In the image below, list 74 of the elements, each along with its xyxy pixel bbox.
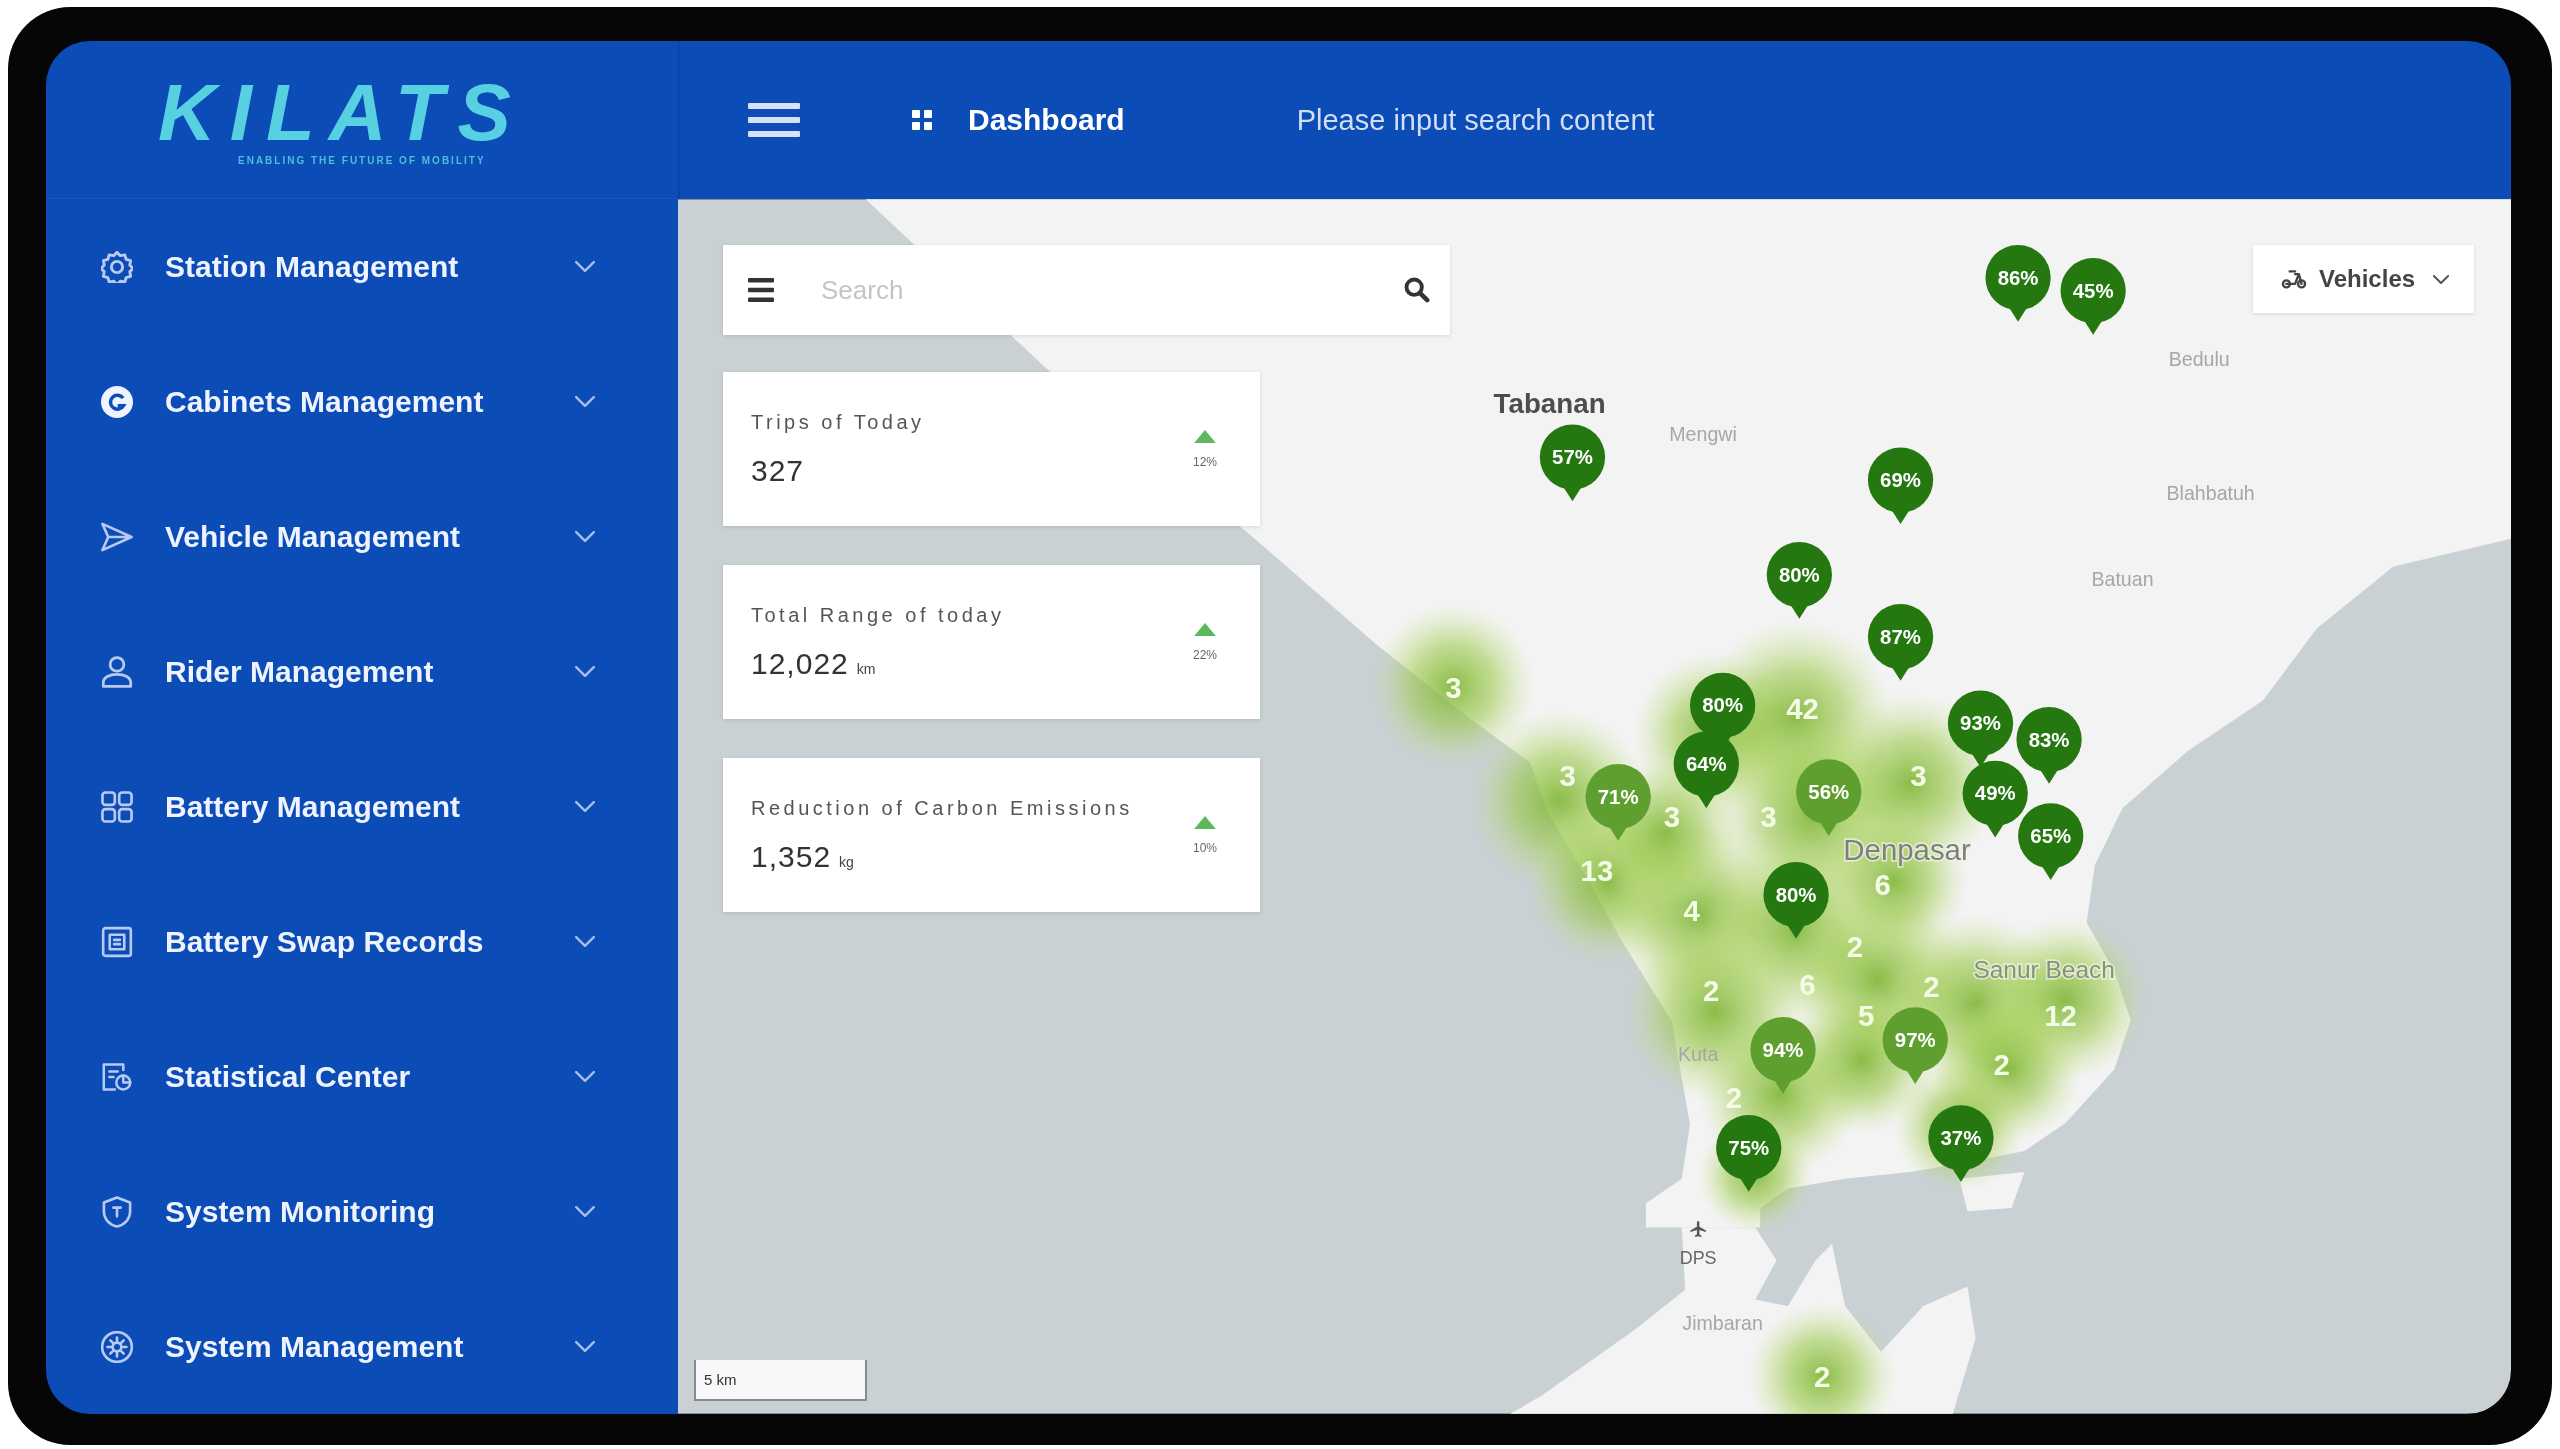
cluster-count: 13 (1580, 853, 1614, 887)
sidebar-item[interactable]: Cabinets Management (46, 334, 678, 469)
list-icon (101, 925, 133, 958)
stat-value: 12,022 (751, 646, 849, 681)
cluster-count: 42 (1786, 692, 1819, 726)
triangle-up-icon (1194, 815, 1216, 829)
circle-icon (101, 385, 133, 418)
place-label: Bedulu (2168, 347, 2230, 370)
cluster-count: 3 (1760, 799, 1777, 833)
logo-text: KILATS (158, 73, 525, 153)
scale-bar: 5 km (694, 1360, 867, 1401)
place-label: Sanur Beach (1973, 955, 2115, 983)
grid-icon (912, 110, 932, 130)
grid-icon (101, 790, 133, 823)
triangle-up-icon (1194, 622, 1216, 636)
stat-unit: kg (839, 853, 854, 870)
person-icon (101, 655, 133, 688)
cluster-count: 5 (1858, 998, 1875, 1032)
stat-value: 327 (751, 453, 805, 488)
cluster-count: 12 (2044, 998, 2077, 1032)
sidebar-item[interactable]: Vehicle Management (46, 469, 678, 604)
menu-icon[interactable] (748, 278, 774, 302)
logo-tagline: ENABLING THE FUTURE OF MOBILITY (238, 156, 486, 166)
airplane-icon (1690, 1221, 1706, 1237)
cluster-count: 3 (1559, 759, 1576, 792)
stat-title: Reduction of Carbon Emissions (751, 796, 1133, 820)
layer-dropdown[interactable]: Vehicles (2253, 245, 2474, 313)
cluster-count: 2 (1725, 1080, 1743, 1114)
place-label: Mengwi (1669, 422, 1737, 445)
stat-unit: km (856, 660, 876, 677)
search-field[interactable]: Search (821, 274, 1384, 306)
menu-icon (748, 103, 800, 137)
shield-icon (101, 1195, 133, 1228)
gear-icon (101, 250, 133, 283)
place-label: Jimbaran (1682, 1312, 1763, 1335)
cluster-count: 2 (1846, 930, 1863, 964)
gear-icon (101, 1330, 133, 1363)
stat-change: 10% (1193, 840, 1217, 855)
cluster-count: 2 (1814, 1359, 1831, 1393)
stat-change: 12% (1193, 454, 1217, 469)
place-label: Blahbatuh (2166, 481, 2255, 504)
sidebar-item[interactable]: Station Management (46, 199, 678, 334)
cluster-count: 2 (1703, 974, 1720, 1008)
stat-change: 22% (1193, 647, 1217, 662)
paper-plane-icon (101, 520, 133, 553)
place-label: DPS (1679, 1247, 1717, 1268)
stat-title: Trips of Today (751, 410, 925, 434)
cluster-count: 2 (1923, 969, 1940, 1003)
cluster-count: 2 (1993, 1047, 2010, 1081)
place-label: Tabanan (1493, 388, 1606, 420)
sidebar-item[interactable]: System Monitoring (46, 1144, 678, 1279)
chart-icon (101, 1060, 133, 1093)
sidebar-item[interactable]: Battery Management (46, 739, 678, 874)
cluster-count: 6 (1799, 967, 1816, 1001)
cluster-count: 6 (1874, 868, 1891, 902)
sidebar-item[interactable]: Statistical Center (46, 1009, 678, 1144)
search-bar[interactable]: Search (723, 245, 1450, 335)
stat-value: 1,352 (751, 839, 832, 874)
cluster-count: 4 (1683, 894, 1700, 928)
sidebar-item[interactable]: System Management (46, 1279, 678, 1414)
dashboard-tab[interactable]: Dashboard (912, 103, 1125, 137)
cluster-count: 3 (1445, 670, 1462, 704)
stat-title: Total Range of today (751, 603, 1005, 627)
search-field[interactable]: Please input search content (1296, 103, 2057, 137)
place-label: Batuan (2091, 568, 2154, 591)
search-icon[interactable] (1404, 277, 1430, 303)
place-label: Kuta (1678, 1043, 1719, 1066)
sidebar-item[interactable]: Rider Management (46, 604, 678, 739)
sidebar-item[interactable]: Battery Swap Records (46, 874, 678, 1009)
scooter-icon (2281, 269, 2307, 289)
cluster-count: 3 (1910, 759, 1927, 792)
triangle-up-icon (1194, 429, 1216, 443)
chevron-down-icon (2433, 274, 2450, 284)
menu-button[interactable] (748, 103, 800, 137)
